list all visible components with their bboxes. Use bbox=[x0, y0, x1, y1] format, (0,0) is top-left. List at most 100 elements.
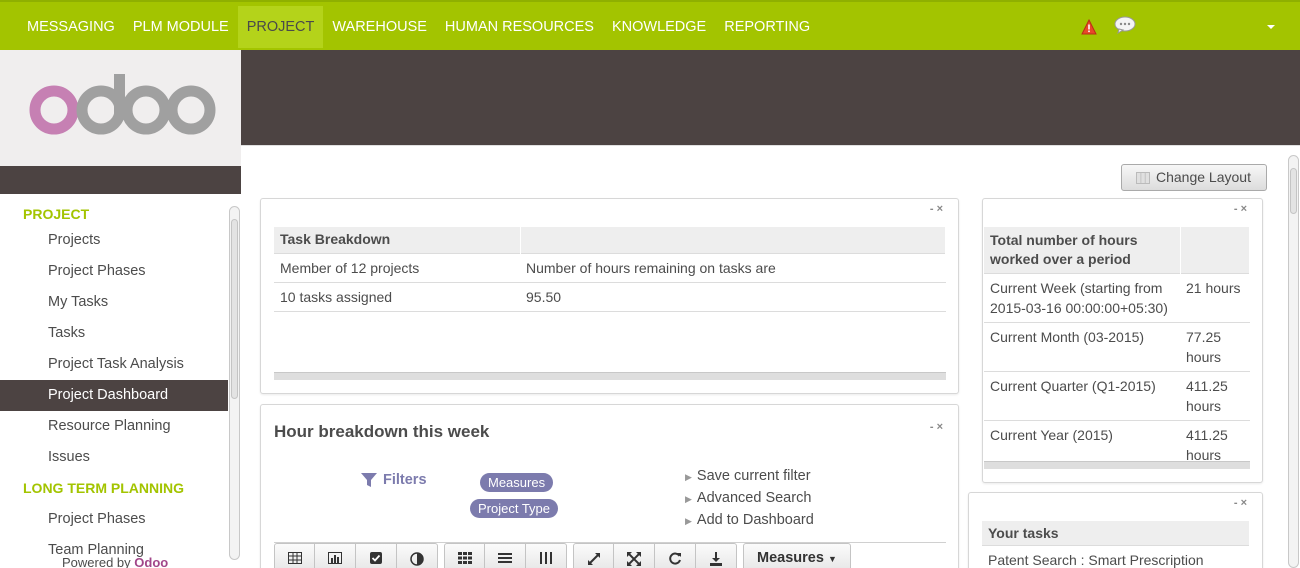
top-menu-item-project[interactable]: PROJECT bbox=[237, 6, 324, 48]
table-cell: 10 tasks assigned bbox=[274, 281, 520, 311]
sidebar-item-projects[interactable]: Projects bbox=[0, 225, 228, 256]
check-view-button[interactable] bbox=[356, 543, 397, 568]
sidebar-item-project-task-analysis[interactable]: Project Task Analysis bbox=[0, 349, 228, 380]
table-cell: 411.25 hours bbox=[1180, 371, 1250, 421]
pie-chart-button[interactable] bbox=[397, 543, 438, 568]
powered-by: Powered by Odoo bbox=[62, 555, 168, 568]
option-label: Advanced Search bbox=[696, 490, 812, 506]
table-cell: Current Quarter (Q1-2015) bbox=[984, 371, 1180, 421]
columns-view-button[interactable] bbox=[526, 543, 567, 568]
download-button[interactable] bbox=[696, 543, 737, 568]
bar-chart-icon bbox=[328, 552, 342, 564]
filter-icon bbox=[361, 473, 377, 487]
warning-icon[interactable] bbox=[1081, 19, 1097, 35]
sidebar-item-resource-planning[interactable]: Resource Planning bbox=[0, 411, 228, 442]
measures-dropdown-button[interactable]: Measures ▼ bbox=[743, 543, 851, 568]
pivot-table-button[interactable] bbox=[274, 543, 315, 568]
sidebar-scrollbar[interactable] bbox=[229, 206, 240, 560]
table-footer-bar bbox=[984, 461, 1250, 469]
sidebar-item-tasks[interactable]: Tasks bbox=[0, 318, 228, 349]
table-cell bbox=[274, 310, 520, 340]
sidebar-item-issues[interactable]: Issues bbox=[0, 442, 228, 473]
sidebar-item-project-phases[interactable]: Project Phases bbox=[0, 256, 228, 287]
panel-controls[interactable]: -× bbox=[1234, 203, 1250, 215]
table-row: Current Month (03-2015) 77.25 hours bbox=[984, 322, 1250, 372]
top-menu-item-reporting[interactable]: REPORTING bbox=[715, 6, 819, 48]
change-layout-label: Change Layout bbox=[1156, 169, 1251, 185]
grid-icon bbox=[458, 552, 472, 564]
expand-button[interactable] bbox=[573, 543, 614, 568]
checkbox-icon bbox=[370, 552, 382, 564]
table-cell: 95.50 bbox=[520, 281, 946, 311]
rows-icon bbox=[498, 553, 512, 563]
sidebar-scrollbar-thumb[interactable] bbox=[231, 219, 238, 399]
top-menu-item-warehouse[interactable]: WAREHOUSE bbox=[323, 6, 436, 48]
table-row[interactable]: Patent Search : Smart Prescription bbox=[982, 545, 1250, 568]
your-tasks-panel: -× Your tasks Patent Search : Smart Pres… bbox=[968, 492, 1263, 568]
odoo-logo[interactable] bbox=[26, 72, 216, 142]
hours-period-panel: -× Total number of hours worked over a p… bbox=[982, 198, 1263, 483]
top-menu-item-knowledge[interactable]: KNOWLEDGE bbox=[603, 6, 715, 48]
sidebar-item-project-dashboard[interactable]: Project Dashboard bbox=[0, 380, 228, 411]
hour-breakdown-panel: -× Hour breakdown this week Filters Meas… bbox=[260, 404, 959, 568]
add-to-dashboard-option[interactable]: ▶ Add to Dashboard bbox=[685, 512, 814, 528]
table-cell bbox=[520, 310, 946, 340]
measures-button-label: Measures bbox=[757, 550, 824, 566]
bar-chart-button[interactable] bbox=[315, 543, 356, 568]
measures-tag[interactable]: Measures bbox=[480, 473, 554, 492]
sidebar-section-title: LONG TERM PLANNING bbox=[23, 480, 184, 496]
sidebar-section-title: PROJECT bbox=[23, 206, 90, 222]
chat-icon[interactable] bbox=[1114, 16, 1136, 34]
powered-by-text: Powered by bbox=[62, 555, 131, 568]
top-menu-item-messaging[interactable]: MESSAGING bbox=[18, 6, 124, 48]
refresh-button[interactable] bbox=[655, 543, 696, 568]
project-type-tag[interactable]: Project Type bbox=[470, 499, 559, 518]
hours-period-rows: Current Week (starting from 2015-03-16 0… bbox=[984, 273, 1250, 469]
layout-group bbox=[444, 543, 567, 568]
header-banner bbox=[241, 50, 1300, 145]
dashboard-content: Change Layout -× Task Breakdown Member o… bbox=[241, 145, 1300, 568]
table-row bbox=[274, 310, 946, 340]
top-menu-item-plm-module[interactable]: PLM MODULE bbox=[124, 6, 238, 48]
sidebar-item-my-tasks[interactable]: My Tasks bbox=[0, 287, 228, 318]
task-breakdown-panel: -× Task Breakdown Member of 12 projects … bbox=[260, 198, 959, 394]
page-scrollbar-thumb[interactable] bbox=[1290, 168, 1297, 214]
table-icon bbox=[288, 552, 302, 564]
table-row: Current Quarter (Q1-2015) 411.25 hours bbox=[984, 371, 1250, 421]
powered-by-brand[interactable]: Odoo bbox=[134, 555, 168, 568]
grid-view-button[interactable] bbox=[444, 543, 485, 568]
panel-controls[interactable]: -× bbox=[930, 203, 946, 215]
table-cell: Current Month (03-2015) bbox=[984, 322, 1180, 372]
logo-area bbox=[0, 50, 241, 166]
fullscreen-button[interactable] bbox=[614, 543, 655, 568]
hours-period-header-2 bbox=[1180, 227, 1250, 274]
action-group bbox=[573, 543, 737, 568]
sidebar-item-project-phases[interactable]: Project Phases bbox=[0, 504, 228, 535]
triangle-right-icon: ▶ bbox=[685, 472, 692, 482]
task-link[interactable]: Patent Search : Smart Prescription bbox=[982, 545, 1250, 568]
save-filter-option[interactable]: ▶ Save current filter bbox=[685, 468, 811, 484]
change-layout-button[interactable]: Change Layout bbox=[1121, 164, 1267, 191]
filters-label: Filters bbox=[383, 472, 427, 488]
top-navbar: MESSAGING PLM MODULE PROJECT WAREHOUSE HUMAN… bbox=[0, 0, 1300, 50]
task-breakdown-header: Task Breakdown bbox=[274, 227, 521, 253]
panel-controls[interactable]: -× bbox=[1234, 497, 1250, 509]
triangle-right-icon: ▶ bbox=[685, 494, 692, 504]
option-label: Add to Dashboard bbox=[696, 512, 814, 528]
table-row: 10 tasks assigned 95.50 bbox=[274, 281, 946, 311]
page-scrollbar[interactable] bbox=[1288, 155, 1299, 568]
table-cell: Current Week (starting from 2015-03-16 0… bbox=[984, 273, 1180, 323]
rows-view-button[interactable] bbox=[485, 543, 526, 568]
sidebar-band bbox=[0, 166, 241, 194]
caret-down-icon: ▼ bbox=[827, 554, 837, 564]
layout-icon bbox=[1136, 172, 1150, 184]
table-cell: Member of 12 projects bbox=[274, 252, 520, 282]
filters-toggle[interactable]: Filters bbox=[361, 472, 427, 488]
advanced-search-option[interactable]: ▶ Advanced Search bbox=[685, 490, 811, 506]
panel-controls[interactable]: -× bbox=[930, 421, 946, 433]
user-menu-caret-icon[interactable] bbox=[1266, 23, 1276, 31]
table-cell: 77.25 hours bbox=[1180, 322, 1250, 372]
pie-chart-icon bbox=[410, 552, 424, 566]
sidebar-menu: PROJECT Projects Project Phases My Tasks Tas… bbox=[0, 194, 241, 568]
top-menu-item-human-resources[interactable]: HUMAN RESOURCES bbox=[436, 6, 603, 48]
